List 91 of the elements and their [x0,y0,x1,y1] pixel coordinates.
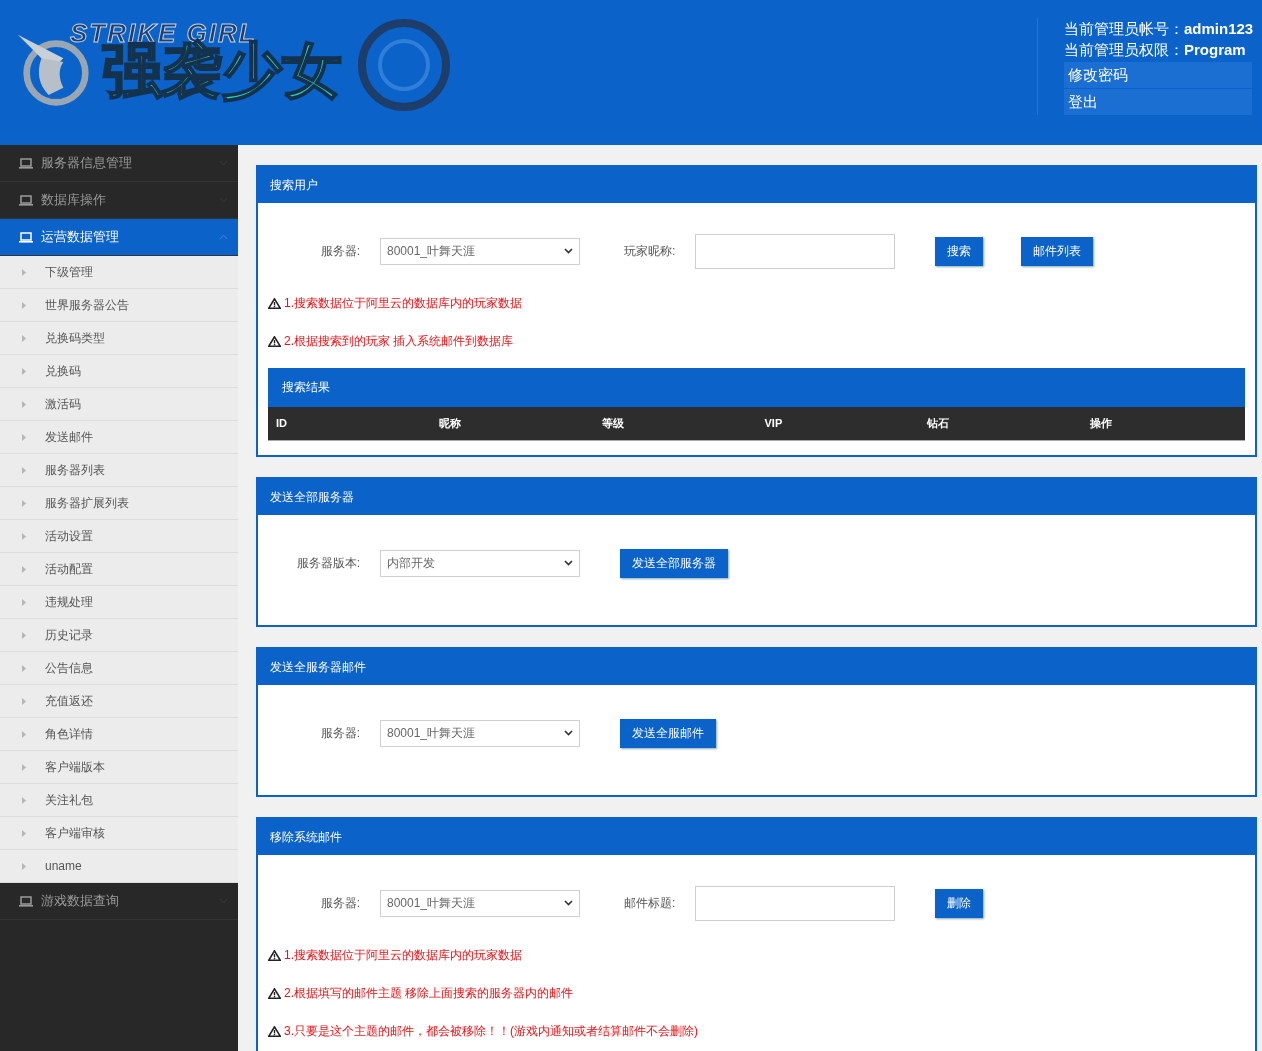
submenu-item[interactable]: 活动配置 [0,553,238,586]
panel-title: 移除系统邮件 [258,819,1255,855]
warning-icon [268,987,281,999]
caret-icon [22,829,26,837]
dropdown-chevron-icon [564,730,573,736]
panel-title: 搜索用户 [258,167,1255,203]
submenu-item[interactable]: 活动设置 [0,520,238,553]
submenu-item[interactable]: 关注礼包 [0,784,238,817]
submenu-item[interactable]: 服务器扩展列表 [0,487,238,520]
submenu-item[interactable]: 历史记录 [0,619,238,652]
select-field[interactable]: 80001_叶舞天涯 [380,719,580,747]
caret-icon [22,466,26,474]
caret-icon [22,697,26,705]
caret-icon [22,796,26,804]
submenu-item[interactable]: 世界服务器公告 [0,289,238,322]
dropdown-chevron-icon [564,248,573,254]
submenu-item[interactable]: 公告信息 [0,652,238,685]
account-label: 当前管理员权限： [1064,40,1184,60]
field-label: 服务器: [319,243,360,260]
sidebar-item[interactable]: 运营数据管理 [0,219,238,256]
laptop-icon [19,157,33,169]
warning-note: 3.只要是这个主题的邮件，都会被移除！！(游戏内通知或者结算邮件不会删除) [284,1023,698,1040]
submenu-item[interactable]: 角色详情 [0,718,238,751]
laptop-icon [19,895,33,907]
account-label: 当前管理员帐号： [1064,19,1184,39]
column-header: 钻石 [925,416,951,431]
action-button[interactable]: 发送全部服务器 [620,548,728,578]
input-field[interactable] [695,233,896,269]
laptop-icon [19,194,33,206]
caret-icon [22,499,26,507]
warning-note: 1.搜索数据位于阿里云的数据库内的玩家数据 [284,947,522,964]
submenu-item[interactable]: 违规处理 [0,586,238,619]
caret-icon [22,862,26,870]
submenu-item[interactable]: 客户端版本 [0,751,238,784]
panel-title: 发送全服务器邮件 [258,649,1255,685]
caret-icon [22,532,26,540]
action-button[interactable]: 删除 [935,888,984,918]
warning-icon [268,1025,281,1037]
column-header: 昵称 [437,416,462,431]
account-value: admin123 [1184,19,1254,39]
column-header: ID [275,416,288,431]
dropdown-chevron-icon [564,560,573,566]
submenu-item[interactable]: 客户端审核 [0,817,238,850]
warning-note: 2.根据搜索到的玩家 插入系统邮件到数据库 [284,333,514,350]
action-button[interactable]: 搜索 [935,236,984,266]
submenu-item[interactable]: 充值返还 [0,685,238,718]
warning-icon [268,949,281,961]
caret-icon [22,367,26,375]
select-field[interactable]: 80001_叶舞天涯 [380,237,580,265]
panel-title: 发送全部服务器 [258,479,1255,515]
submenu-item[interactable]: uname [0,850,238,883]
header-link[interactable]: 登出 [1064,89,1252,115]
column-header: 等级 [600,416,625,431]
caret-icon [22,268,26,276]
warning-note: 2.根据填写的邮件主题 移除上面搜索的服务器内的邮件 [284,985,574,1002]
column-header: 操作 [1089,416,1114,431]
field-label: 服务器版本: [295,555,360,572]
select-field[interactable]: 内部开发 [380,549,580,577]
field-label: 服务器: [319,725,360,742]
results-title: 搜索结果 [268,368,1245,407]
select-field[interactable]: 80001_叶舞天涯 [380,889,580,917]
account-value: Program [1184,40,1246,60]
caret-icon [22,301,26,309]
caret-icon [22,433,26,441]
caret-icon [22,763,26,771]
caret-icon [22,400,26,408]
dropdown-chevron-icon [564,900,573,906]
caret-icon [22,598,26,606]
warning-icon [268,335,281,347]
caret-icon [22,631,26,639]
field-label: 玩家昵称: [624,243,676,260]
caret-icon [22,664,26,672]
input-field[interactable] [695,885,896,921]
submenu-item[interactable]: 发送邮件 [0,421,238,454]
warning-note: 1.搜索数据位于阿里云的数据库内的玩家数据 [284,295,522,312]
submenu-item[interactable]: 兑换码类型 [0,322,238,355]
submenu-item[interactable]: 激活码 [0,388,238,421]
column-header: VIP [763,416,784,431]
action-button[interactable]: 邮件列表 [1021,236,1094,266]
header-link[interactable]: 修改密码 [1064,62,1252,88]
action-button[interactable]: 发送全服邮件 [620,718,716,748]
caret-icon [22,730,26,738]
field-label: 服务器: [319,895,360,912]
submenu-item[interactable]: 兑换码 [0,355,238,388]
submenu-item[interactable]: 下级管理 [0,256,238,289]
submenu-item[interactable]: 服务器列表 [0,454,238,487]
laptop-icon [19,231,33,243]
caret-icon [22,565,26,573]
caret-icon [22,334,26,342]
field-label: 邮件标题: [624,895,676,912]
warning-icon [268,297,281,309]
